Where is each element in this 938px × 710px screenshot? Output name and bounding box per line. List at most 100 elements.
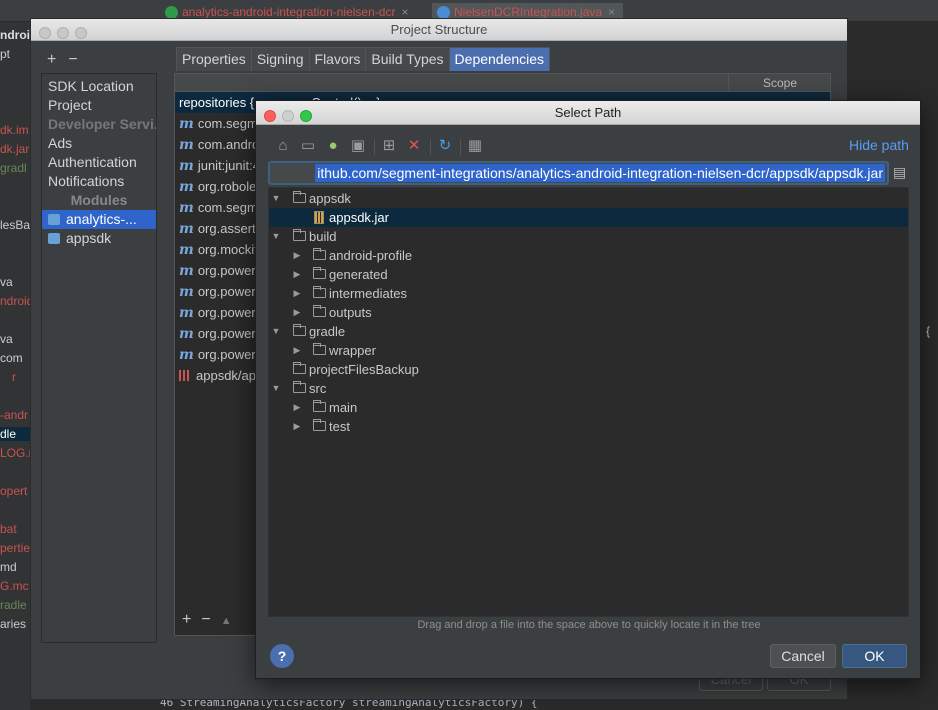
sidebar-item-sdk-location[interactable]: SDK Location bbox=[42, 77, 156, 96]
tree-item-wrapper[interactable]: ▶ wrapper bbox=[269, 341, 908, 360]
folder-icon bbox=[313, 248, 326, 260]
maven-icon: m bbox=[179, 326, 194, 342]
desktop-icon[interactable]: ▭ bbox=[299, 137, 317, 155]
project-tree-fragment: com bbox=[0, 351, 23, 365]
sidebar-item-module-analytics[interactable]: analytics-... bbox=[42, 210, 156, 229]
path-input[interactable]: ithub.com/segment-integrations/analytics… bbox=[268, 161, 889, 185]
show-hidden-icon[interactable]: ▦ bbox=[466, 137, 484, 155]
project-tree-fragment: aries bbox=[0, 617, 27, 631]
remove-dependency-icon[interactable]: − bbox=[201, 611, 210, 628]
tree-item-main[interactable]: ▶ main bbox=[269, 398, 908, 417]
ide-project-tree: ndroi pt dk.im dk.jar gradl lesBac va nd… bbox=[0, 22, 30, 710]
maven-icon: m bbox=[179, 263, 194, 279]
folder-icon bbox=[313, 419, 326, 431]
close-window-button[interactable] bbox=[39, 27, 51, 39]
dialog-title: Project Structure bbox=[390, 22, 488, 37]
collapse-arrow-icon[interactable]: ▶ bbox=[292, 284, 302, 303]
tab-build-types[interactable]: Build Types bbox=[365, 47, 450, 71]
tree-item-project-files-backup[interactable]: projectFilesBackup bbox=[269, 360, 908, 379]
collapse-arrow-icon[interactable]: ▶ bbox=[292, 265, 302, 284]
folder-icon bbox=[293, 381, 306, 393]
tree-item-android-profile[interactable]: ▶ android-profile bbox=[269, 246, 908, 265]
tree-item-intermediates[interactable]: ▶ intermediates bbox=[269, 284, 908, 303]
folder-icon bbox=[313, 343, 326, 355]
dependency-label: com.segm bbox=[197, 116, 258, 131]
module-icon bbox=[48, 214, 60, 225]
path-history-icon[interactable]: ▤ bbox=[893, 164, 909, 182]
home-icon[interactable]: ⌂ bbox=[274, 137, 292, 155]
dependency-label: org.assertj bbox=[197, 221, 259, 236]
tab-dependencies[interactable]: Dependencies bbox=[448, 47, 551, 71]
minimize-window-button[interactable] bbox=[57, 27, 69, 39]
sidebar-item-ads[interactable]: Ads bbox=[42, 134, 156, 153]
new-folder-icon[interactable]: ⊞ bbox=[380, 137, 398, 155]
scope-column-header[interactable]: Scope bbox=[728, 74, 831, 92]
close-window-button[interactable] bbox=[264, 110, 276, 122]
tree-item-build[interactable]: ▼ build bbox=[269, 227, 908, 246]
sidebar-item-authentication[interactable]: Authentication bbox=[42, 153, 156, 172]
tree-item-label: appsdk bbox=[309, 191, 351, 206]
maven-icon: m bbox=[179, 305, 194, 321]
add-icon[interactable]: + bbox=[47, 51, 56, 68]
expand-arrow-icon[interactable]: ▼ bbox=[271, 189, 281, 208]
tree-item-label: src bbox=[309, 381, 327, 396]
tree-item-generated[interactable]: ▶ generated bbox=[269, 265, 908, 284]
folder-icon bbox=[313, 267, 326, 279]
tab-properties[interactable]: Properties bbox=[176, 47, 252, 71]
delete-icon[interactable]: ✕ bbox=[405, 137, 423, 155]
ok-button[interactable]: OK bbox=[842, 644, 907, 668]
hide-path-link[interactable]: Hide path bbox=[849, 137, 909, 153]
project-folder-icon[interactable]: ▣ bbox=[349, 137, 367, 155]
tab-signing[interactable]: Signing bbox=[250, 47, 310, 71]
help-button[interactable]: ? bbox=[270, 644, 294, 668]
tree-item-label: appsdk.jar bbox=[329, 210, 389, 225]
cancel-button[interactable]: Cancel bbox=[770, 644, 836, 668]
zoom-window-button[interactable] bbox=[300, 110, 312, 122]
tree-item-test[interactable]: ▶ test bbox=[269, 417, 908, 436]
refresh-icon[interactable]: ↻ bbox=[436, 137, 454, 155]
collapse-arrow-icon[interactable]: ▶ bbox=[292, 398, 302, 417]
move-up-icon[interactable]: ▲ bbox=[221, 615, 232, 627]
ide-tab-label: analytics-android-integration-nielsen-dc… bbox=[182, 5, 396, 19]
expand-arrow-icon[interactable]: ▼ bbox=[271, 322, 281, 341]
tree-item-src[interactable]: ▼ src bbox=[269, 379, 908, 398]
maven-icon: m bbox=[179, 158, 194, 174]
maven-icon: m bbox=[179, 200, 194, 216]
tree-item-gradle[interactable]: ▼ gradle bbox=[269, 322, 908, 341]
collapse-arrow-icon[interactable]: ▶ bbox=[292, 341, 302, 360]
ps-tab-bar: Properties Signing Flavors Build Types Depen… bbox=[176, 47, 551, 71]
folder-icon bbox=[293, 229, 306, 241]
expand-arrow-icon[interactable]: ▼ bbox=[271, 379, 281, 398]
project-tree-fragment: dk.im bbox=[0, 123, 29, 137]
expand-arrow-icon[interactable]: ▼ bbox=[271, 227, 281, 246]
sidebar-header-modules: Modules bbox=[70, 192, 128, 208]
tree-item-appsdk[interactable]: ▼ appsdk bbox=[269, 189, 908, 208]
dependency-label: org.mockit bbox=[197, 242, 258, 257]
minimize-window-button[interactable] bbox=[282, 110, 294, 122]
sidebar-item-notifications[interactable]: Notifications bbox=[42, 172, 156, 191]
tree-item-appsdk-jar[interactable]: appsdk.jar bbox=[269, 208, 908, 227]
tree-item-outputs[interactable]: ▶ outputs bbox=[269, 303, 908, 322]
dependency-label: org.power bbox=[197, 326, 256, 341]
collapse-arrow-icon[interactable]: ▶ bbox=[292, 417, 302, 436]
collapse-arrow-icon[interactable]: ▶ bbox=[292, 303, 302, 322]
dependency-label: org.power bbox=[197, 263, 256, 278]
add-dependency-icon[interactable]: + bbox=[182, 611, 191, 628]
module-label: appsdk bbox=[66, 230, 112, 246]
dependency-label: org.power bbox=[197, 347, 256, 362]
jar-file-icon bbox=[314, 211, 324, 224]
android-icon[interactable]: ● bbox=[324, 137, 342, 155]
zoom-window-button[interactable] bbox=[75, 27, 87, 39]
toolbar-separator bbox=[374, 139, 375, 155]
remove-icon[interactable]: − bbox=[68, 51, 77, 68]
sidebar-item-project[interactable]: Project bbox=[42, 96, 156, 115]
collapse-arrow-icon[interactable]: ▶ bbox=[292, 246, 302, 265]
module-icon bbox=[48, 233, 60, 244]
folder-icon bbox=[313, 400, 326, 412]
close-icon[interactable]: × bbox=[608, 5, 615, 19]
tab-flavors[interactable]: Flavors bbox=[308, 47, 367, 71]
project-tree-fragment: radle bbox=[0, 598, 27, 612]
close-icon[interactable]: × bbox=[401, 5, 408, 19]
tree-item-label: intermediates bbox=[329, 286, 408, 301]
sidebar-item-module-appsdk[interactable]: appsdk bbox=[42, 229, 156, 248]
